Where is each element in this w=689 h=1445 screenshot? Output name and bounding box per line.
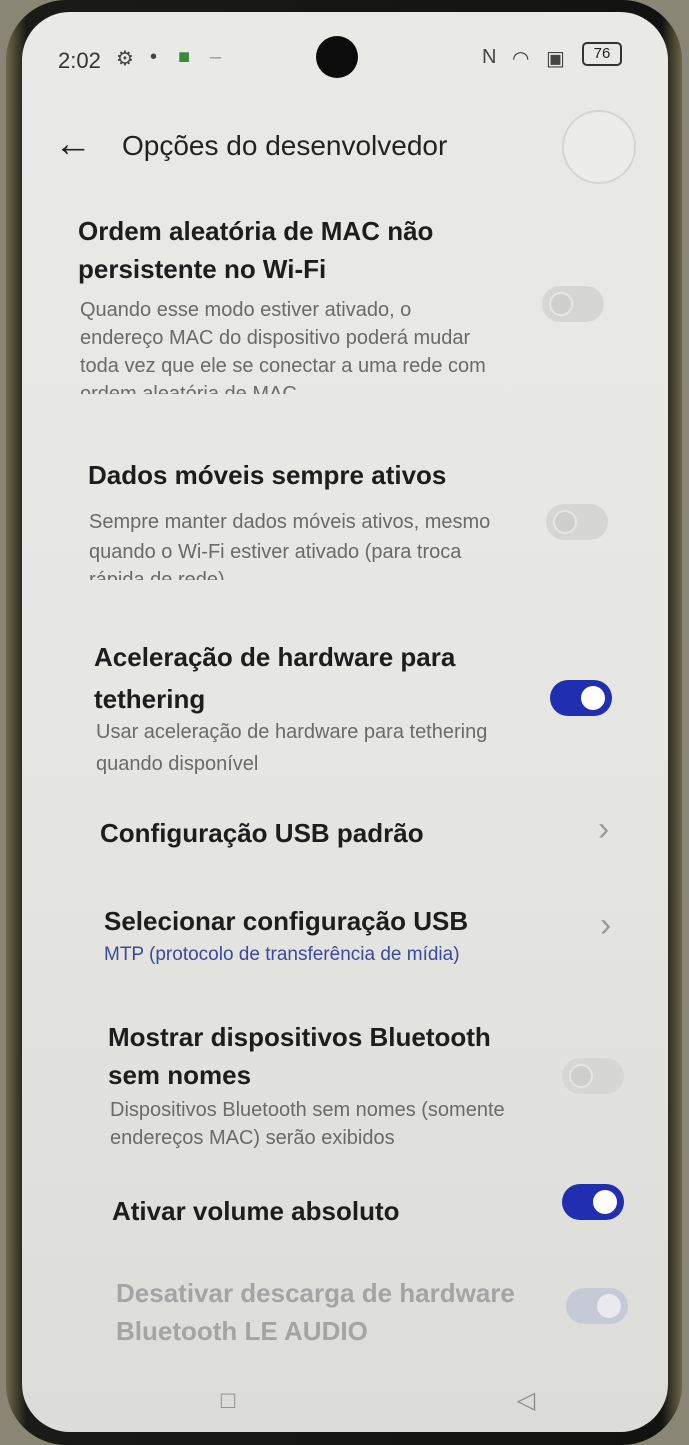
setting-title: persistente no Wi-Fi [78, 254, 327, 284]
setting-bluetooth-without-names[interactable]: Mostrar dispositivos Bluetooth sem nomes… [22, 1004, 668, 1154]
chevron-right-icon: › [600, 906, 612, 944]
overflow-dash-icon: – [210, 46, 222, 68]
wifi-icon: ◠ [512, 48, 530, 70]
toggle-switch[interactable] [562, 1058, 624, 1094]
setting-description: toda vez que ele se conectar a uma rede … [80, 355, 486, 377]
setting-title: Configuração USB padrão [100, 818, 424, 848]
bug-icon: • [150, 46, 158, 68]
nav-back-button[interactable]: ◁ [506, 1381, 546, 1421]
setting-title: Ordem aleatória de MAC não [78, 216, 434, 246]
setting-description: quando o Wi-Fi estiver ativado (para tro… [89, 541, 462, 563]
setting-tethering-hw-acceleration[interactable]: Aceleração de hardware para tethering Us… [22, 624, 668, 779]
mobile-data-icon: ▣ [546, 48, 565, 70]
recents-button[interactable]: □ [208, 1381, 248, 1421]
chevron-right-icon: › [598, 810, 610, 848]
setting-title: Mostrar dispositivos Bluetooth [108, 1022, 491, 1052]
setting-description: endereço MAC do dispositivo poderá mudar [80, 327, 471, 349]
toggle-switch[interactable] [562, 1184, 624, 1220]
navigation-bar: □ ◁ [22, 1367, 668, 1432]
arrow-left-icon: ← [54, 123, 92, 165]
setting-select-usb-config[interactable]: Selecionar configuração USB MTP (protoco… [22, 892, 668, 982]
back-button[interactable]: ← [48, 124, 98, 168]
toggle-knob [553, 510, 577, 534]
toggle-knob [549, 292, 573, 316]
setting-description: Dispositivos Bluetooth sem nomes (soment… [110, 1099, 505, 1121]
page-title: Opções do desenvolvedor [122, 130, 448, 161]
status-time: 2:02 [58, 48, 101, 73]
toggle-knob [597, 1294, 621, 1318]
toggle-knob [581, 686, 605, 710]
settings-icon: ⚙ [116, 48, 134, 70]
setting-title: Dados móveis sempre ativos [88, 460, 447, 490]
setting-title: Ativar volume absoluto [112, 1196, 400, 1226]
toggle-switch[interactable] [542, 286, 604, 322]
setting-absolute-volume[interactable]: Ativar volume absoluto [22, 1178, 668, 1238]
setting-default-usb-config[interactable]: Configuração USB padrão › [22, 802, 668, 862]
setting-title: Aceleração de hardware para [94, 642, 456, 672]
app-header: ← Opções do desenvolvedor [22, 104, 668, 184]
setting-description: Quando esse modo estiver ativado, o [80, 299, 412, 321]
setting-title: tethering [94, 684, 206, 714]
setting-title: sem nomes [108, 1060, 252, 1090]
setting-title: Bluetooth LE AUDIO [116, 1316, 368, 1346]
setting-subtitle: MTP (protocolo de transferência de mídia… [104, 944, 460, 965]
phone-screen: 2:02 ⚙ • ■ – N ◠ ▣ 76 ← Opções do desenv… [22, 12, 668, 1432]
back-triangle-icon: ◁ [516, 1387, 536, 1414]
toggle-switch[interactable] [550, 680, 612, 716]
setting-description: rápida de rede) [89, 569, 225, 580]
setting-description: ordem aleatória de MAC [80, 383, 297, 394]
app-icon: ■ [178, 46, 191, 68]
setting-description: endereços MAC) serão exibidos [110, 1127, 395, 1149]
battery-indicator: 76 [582, 42, 622, 66]
setting-description: quando disponível [96, 753, 259, 775]
toggle-knob [593, 1190, 617, 1214]
toggle-knob [569, 1064, 593, 1088]
setting-title: Selecionar configuração USB [104, 906, 469, 936]
recents-icon: □ [220, 1387, 236, 1414]
setting-disable-le-audio-offload: Desativar descarga de hardware Bluetooth… [22, 1270, 668, 1360]
toggle-switch[interactable] [546, 504, 608, 540]
setting-description: Usar aceleração de hardware para tetheri… [96, 721, 488, 743]
front-camera [316, 36, 358, 78]
setting-description: Sempre manter dados móveis ativos, mesmo [89, 511, 491, 533]
status-bar: 2:02 ⚙ • ■ – N ◠ ▣ 76 [22, 12, 668, 92]
setting-mobile-data-always-on[interactable]: Dados móveis sempre ativos Sempre manter… [22, 452, 668, 592]
nfc-icon: N [482, 46, 497, 68]
setting-mac-randomization[interactable]: Ordem aleatória de MAC não persistente n… [22, 208, 668, 413]
setting-title: Desativar descarga de hardware [116, 1278, 515, 1308]
floating-circle [562, 110, 636, 184]
toggle-switch [566, 1288, 628, 1324]
